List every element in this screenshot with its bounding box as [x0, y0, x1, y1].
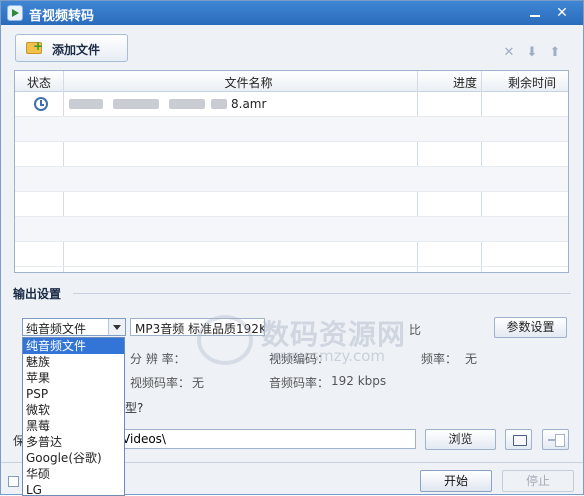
- file-name: 8.amr: [231, 97, 267, 111]
- table-row: [15, 217, 568, 242]
- file-list-table: 状态 文件名称 进度 剩余时间 8.amr: [14, 70, 569, 273]
- column-header-status[interactable]: 状态: [15, 74, 63, 91]
- stop-button[interactable]: 停止: [502, 470, 574, 492]
- dropdown-option-microsoft[interactable]: 微软: [23, 402, 124, 418]
- table-row: [15, 242, 568, 267]
- dropdown-option-blackberry[interactable]: 黑莓: [23, 418, 124, 434]
- partial-label: 比: [409, 323, 422, 337]
- dropdown-option-psp[interactable]: PSP: [23, 386, 124, 402]
- dropdown-option-meizu[interactable]: 魅族: [23, 354, 124, 370]
- chevron-down-icon[interactable]: [108, 319, 125, 335]
- add-file-button[interactable]: 添加文件: [15, 34, 128, 62]
- delete-icon[interactable]: ✕: [502, 46, 516, 60]
- move-up-icon[interactable]: ⬆: [548, 46, 562, 60]
- preset-value: MP3音频 标准品质192K: [135, 322, 265, 336]
- section-divider: [73, 293, 571, 294]
- dropdown-option-apple[interactable]: 苹果: [23, 370, 124, 386]
- watermark-text: 数码资源网: [261, 318, 407, 351]
- save-path-input[interactable]: [113, 429, 416, 449]
- output-settings-title: 输出设置: [13, 287, 62, 301]
- close-icon[interactable]: ✕: [553, 4, 571, 22]
- dropdown-option-asus[interactable]: 华硕: [23, 466, 124, 482]
- move-down-icon[interactable]: ⬇: [525, 46, 539, 60]
- table-row: [15, 117, 568, 142]
- table-row: [15, 142, 568, 167]
- column-header-filename[interactable]: 文件名称: [63, 74, 434, 91]
- add-folder-icon: [26, 39, 43, 54]
- dropdown-option-google[interactable]: Google(谷歌): [23, 450, 124, 466]
- browse-button[interactable]: 浏览: [425, 429, 496, 450]
- format-category-dropdown: 纯音频文件 魅族 苹果 PSP 微软 黑莓 多普达 Google(谷歌) 华硕 …: [22, 337, 125, 496]
- resolution-label: 分 辨 率：: [130, 352, 186, 366]
- format-category-value: 纯音频文件: [26, 322, 87, 336]
- column-header-remaining[interactable]: 剩余时间: [496, 74, 568, 91]
- column-header-progress[interactable]: 进度: [434, 74, 496, 91]
- format-category-select[interactable]: 纯音频文件: [22, 318, 126, 336]
- audio-bitrate-value: 192 kbps: [331, 374, 387, 388]
- window-title: 音视频转码: [29, 9, 95, 24]
- parameter-settings-button[interactable]: 参数设置: [494, 317, 567, 338]
- video-bitrate-label: 视频码率：: [130, 376, 191, 390]
- audio-frequency-label: 频率：: [421, 352, 458, 366]
- title-bar: 音视频转码 ✕: [1, 1, 583, 25]
- redacted-text: [69, 99, 103, 109]
- redacted-text: [169, 99, 205, 109]
- table-row[interactable]: 8.amr: [15, 92, 568, 117]
- preset-select[interactable]: MP3音频 标准品质192K: [130, 318, 265, 336]
- add-file-label: 添加文件: [52, 43, 101, 57]
- redacted-text: [113, 99, 159, 109]
- dropdown-option-audio-only[interactable]: 纯音频文件: [23, 338, 124, 354]
- minimize-icon[interactable]: [527, 6, 543, 20]
- video-encoding-value: 无: [465, 352, 478, 366]
- video-bitrate-value: 无: [192, 376, 205, 390]
- table-row: [15, 192, 568, 217]
- table-row: [15, 167, 568, 192]
- partial-question-text: 型?: [125, 401, 144, 415]
- redacted-text: [211, 99, 227, 109]
- open-folder-icon[interactable]: [505, 429, 532, 450]
- start-button[interactable]: 开始: [420, 470, 492, 492]
- audio-bitrate-label: 音频码率：: [269, 376, 330, 390]
- dropdown-option-lg[interactable]: LG: [23, 482, 124, 495]
- app-window: 音视频转码 ✕ 添加文件 ✕ ⬇ ⬆ 状态 文件名称 进度 剩余时间 8.amr: [0, 0, 584, 496]
- clock-icon: [34, 97, 48, 111]
- dropdown-option-dopod[interactable]: 多普达: [23, 434, 124, 450]
- video-encoding-label: 视频编码：: [269, 352, 330, 366]
- table-header: 状态 文件名称 进度 剩余时间: [15, 71, 568, 92]
- export-icon[interactable]: [542, 429, 569, 450]
- option-checkbox[interactable]: [8, 476, 19, 487]
- app-logo-icon: [7, 5, 23, 21]
